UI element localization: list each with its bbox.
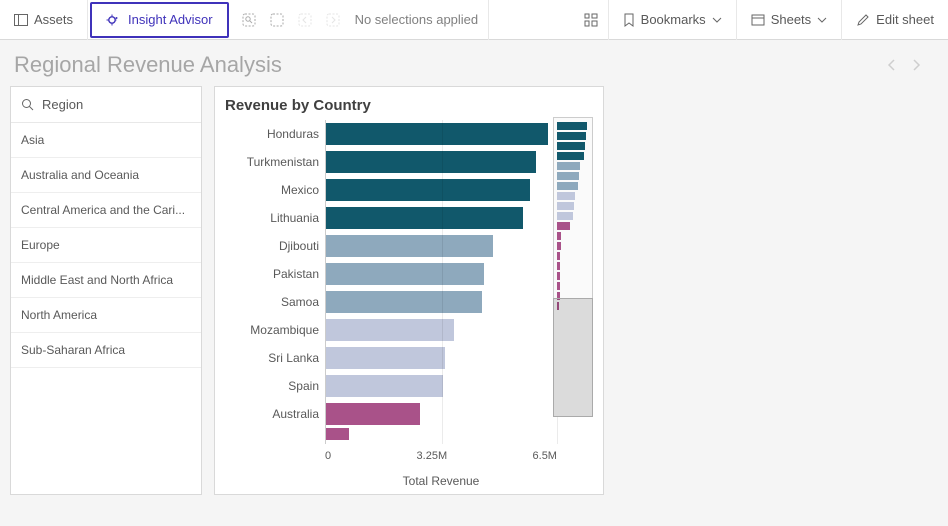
prev-sheet-button[interactable] [880, 53, 904, 77]
filter-item[interactable]: Europe [11, 228, 201, 263]
next-sheet-button[interactable] [904, 53, 928, 77]
assets-label: Assets [34, 12, 73, 27]
chart-minimap[interactable] [553, 117, 593, 417]
bar[interactable] [326, 179, 530, 201]
insight-advisor-button[interactable]: Insight Advisor [90, 2, 229, 38]
step-forward-icon [323, 10, 343, 30]
minimap-bar [557, 222, 570, 230]
edit-sheet-button[interactable]: Edit sheet [842, 0, 948, 40]
y-category-label: Sri Lanka [225, 344, 325, 372]
bar[interactable] [326, 375, 443, 397]
minimap-bar [557, 242, 561, 250]
minimap-viewport[interactable] [553, 298, 593, 417]
page-title: Regional Revenue Analysis [14, 52, 880, 78]
y-category-label: Mozambique [225, 316, 325, 344]
filter-item[interactable]: North America [11, 298, 201, 333]
chevron-down-icon [712, 17, 722, 23]
chart-panel: Revenue by Country HondurasTurkmenistanM… [214, 86, 604, 495]
minimap-bar [557, 202, 574, 210]
minimap-bar [557, 162, 580, 170]
chart-body[interactable]: HondurasTurkmenistanMexicoLithuaniaDjibo… [225, 120, 593, 444]
content-area: Region AsiaAustralia and OceaniaCentral … [0, 86, 948, 495]
filter-item[interactable]: Australia and Oceania [11, 158, 201, 193]
y-category-label: Samoa [225, 288, 325, 316]
selections-tool-icon[interactable] [267, 10, 287, 30]
bar[interactable] [326, 291, 482, 313]
bar[interactable] [326, 123, 548, 145]
filter-header-label: Region [42, 97, 83, 112]
minimap-bar [557, 282, 560, 290]
page-header: Regional Revenue Analysis [0, 40, 948, 86]
minimap-bar [557, 272, 560, 280]
filter-pane: Region AsiaAustralia and OceaniaCentral … [10, 86, 202, 495]
minimap-bar [557, 122, 587, 130]
filter-header[interactable]: Region [11, 87, 201, 123]
minimap-bar [557, 212, 573, 220]
no-selections-text: No selections applied [351, 12, 479, 27]
xtick-0: 0 [325, 450, 331, 462]
step-back-icon [295, 10, 315, 30]
filter-item[interactable]: Asia [11, 123, 201, 158]
minimap-bar [557, 152, 584, 160]
sheets-button[interactable]: Sheets [737, 0, 842, 40]
bar[interactable] [326, 347, 445, 369]
minimap-bar [557, 192, 575, 200]
insight-label: Insight Advisor [128, 12, 213, 27]
minimap-bar [557, 172, 579, 180]
bar[interactable] [326, 263, 484, 285]
filter-item[interactable]: Middle East and North Africa [11, 263, 201, 298]
selection-tools-group: No selections applied [229, 0, 490, 40]
bar[interactable] [326, 235, 493, 257]
pencil-icon [856, 13, 870, 27]
chevron-down-icon [817, 17, 827, 23]
y-category-label: Lithuania [225, 204, 325, 232]
minimap-bar [557, 232, 561, 240]
minimap-bar [557, 262, 560, 270]
panel-icon [14, 13, 28, 27]
chart-title: Revenue by Country [225, 97, 593, 114]
y-category-label: Turkmenistan [225, 148, 325, 176]
sheet-icon [751, 14, 765, 26]
bar[interactable] [326, 403, 420, 425]
assets-button[interactable]: Assets [0, 0, 88, 40]
y-category-label: Pakistan [225, 260, 325, 288]
bookmark-icon [623, 13, 635, 27]
xtick-2: 6.5M [533, 450, 557, 462]
search-icon [21, 98, 34, 111]
xtick-1: 3.25M [417, 450, 448, 462]
x-ticks: 0 3.25M 6.5M [325, 444, 557, 462]
grid-icon [584, 13, 598, 27]
y-category-label: Djibouti [225, 232, 325, 260]
minimap-bar [557, 142, 585, 150]
y-category-label: Spain [225, 372, 325, 400]
selections-overview-button[interactable] [574, 0, 609, 40]
y-category-label: Australia [225, 400, 325, 428]
x-axis-label: Total Revenue [325, 474, 557, 488]
bar[interactable] [326, 207, 523, 229]
top-toolbar: Assets Insight Advisor No selections app… [0, 0, 948, 40]
y-category-label: Honduras [225, 120, 325, 148]
bookmarks-button[interactable]: Bookmarks [609, 0, 737, 40]
edit-label: Edit sheet [876, 12, 934, 27]
sheets-label: Sheets [771, 12, 811, 27]
bookmarks-label: Bookmarks [641, 12, 706, 27]
bar[interactable] [326, 319, 454, 341]
filter-item[interactable]: Central America and the Cari... [11, 193, 201, 228]
smart-search-icon[interactable] [239, 10, 259, 30]
bar[interactable] [326, 151, 536, 173]
insight-icon [106, 12, 122, 28]
minimap-bar [557, 252, 560, 260]
filter-item[interactable]: Sub-Saharan Africa [11, 333, 201, 368]
minimap-bar [557, 132, 586, 140]
y-category-label: Mexico [225, 176, 325, 204]
minimap-bar [557, 182, 578, 190]
